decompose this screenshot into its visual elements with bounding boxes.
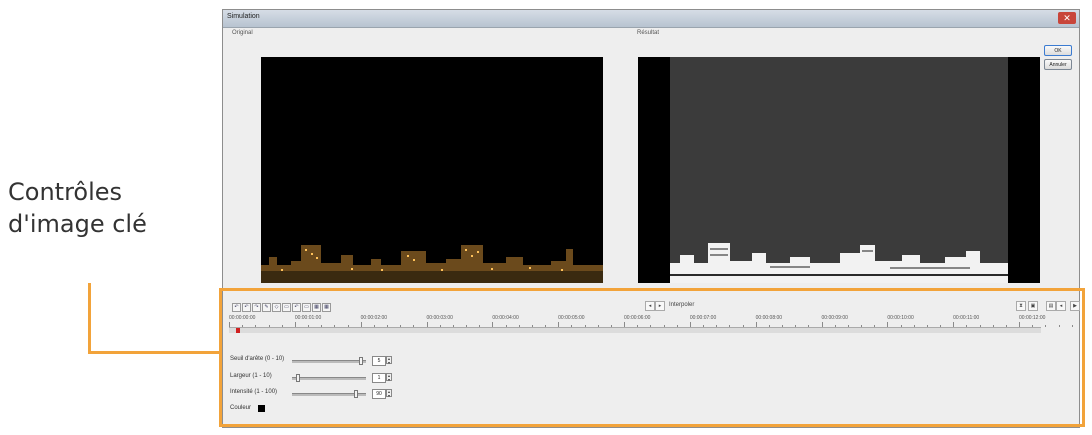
intensity-slider-thumb[interactable] — [354, 390, 358, 398]
city-skyline-image — [261, 245, 603, 283]
timeline-nav-icon[interactable]: ⧗ — [1016, 301, 1026, 311]
timeline-tick-label: 00:00:00:00 — [229, 315, 256, 321]
cancel-button[interactable]: Annuler — [1044, 59, 1072, 70]
callout-connector-vertical — [88, 283, 91, 354]
color-swatch[interactable] — [258, 405, 265, 412]
intensity-slider[interactable] — [292, 390, 366, 398]
timeline-nav-icon[interactable]: ▤ — [1046, 301, 1056, 311]
keyframe-tool-icon[interactable]: ✎ — [262, 303, 271, 312]
edge-threshold-label: Seuil d'arête (0 - 10) — [230, 356, 285, 362]
keyframe-timeline[interactable]: 00:00:00:00 00:00:01:00 00:00:02:00 00:00:0… — [229, 315, 1073, 333]
timeline-tick-label: 00:00:04:00 — [492, 315, 519, 321]
intensity-spinner[interactable]: ▴ ▾ — [386, 389, 392, 398]
timeline-tick-label: 00:00:05:00 — [558, 315, 585, 321]
callout-connector-horizontal — [88, 351, 221, 354]
result-preview-image — [638, 57, 1040, 283]
edge-threshold-slider-thumb[interactable] — [359, 357, 363, 365]
width-label: Largeur (1 - 10) — [230, 373, 272, 379]
timeline-tick-label: 00:00:08:00 — [755, 315, 783, 321]
intensity-value[interactable]: 90 — [372, 389, 386, 399]
timeline-nav-icon[interactable]: ◂ — [645, 301, 655, 311]
width-slider[interactable] — [292, 374, 366, 382]
result-pane-label: Résultat — [637, 30, 660, 36]
interpolation-mode-label[interactable]: Interpoler — [669, 302, 694, 308]
edge-threshold-value[interactable]: 5 — [372, 356, 386, 366]
color-label: Couleur — [230, 405, 252, 411]
width-value[interactable]: 1 — [372, 373, 386, 383]
timeline-tick-label: 00:00:07:00 — [689, 315, 717, 321]
edge-threshold-slider[interactable] — [292, 357, 366, 365]
playhead-marker[interactable] — [236, 328, 240, 333]
original-pane-label: Original — [232, 30, 253, 36]
edge-skyline-image — [670, 243, 1008, 283]
timeline-tick-label: 00:00:11:00 — [953, 315, 980, 321]
window-titlebar: Simulation ✕ — [223, 10, 1079, 28]
keyframe-tool-icon[interactable]: ◇ — [272, 303, 281, 312]
keyframe-tool-icon[interactable]: ▭ — [282, 303, 291, 312]
keyframe-tool-icon[interactable]: ▦ — [322, 303, 331, 312]
timeline-tick-label: 00:00:01:00 — [294, 315, 322, 321]
keyframe-tool-icon[interactable]: ▭ — [302, 303, 311, 312]
timeline-tick-label: 00:00:02:00 — [360, 315, 388, 321]
keyframe-tool-icon[interactable]: ↶ — [292, 303, 301, 312]
timeline-tick-label: 00:00:12:00 — [1019, 315, 1046, 321]
timeline-nav-icon[interactable]: ▸ — [655, 301, 665, 311]
callout-line-1: Contrôles — [8, 178, 123, 206]
width-spinner[interactable]: ▴ ▾ — [386, 373, 392, 382]
callout-line-2: d'image clé — [8, 210, 147, 238]
timeline-tick-label: 00:00:10:00 — [887, 315, 914, 321]
keyframe-tool-icon[interactable]: ▦ — [312, 303, 321, 312]
timeline-tick-label: 00:00:03:00 — [426, 315, 453, 321]
window-title: Simulation — [227, 13, 260, 20]
callout-text: Contrôles d'image clé — [8, 176, 147, 240]
timeline-tick-label: 00:00:06:00 — [624, 315, 651, 321]
timeline-tick — [1058, 325, 1060, 327]
timeline-tick — [1071, 325, 1073, 327]
timeline-tick-label: 00:00:09:00 — [821, 315, 848, 321]
keyframe-tool-icon[interactable]: ↶ — [232, 303, 241, 312]
timeline-tick — [1045, 325, 1047, 327]
close-icon[interactable]: ✕ — [1058, 12, 1076, 24]
timeline-nav-icon[interactable]: ▣ — [1028, 301, 1038, 311]
original-preview-image — [261, 57, 603, 283]
keyframe-tool-icon[interactable]: ↶ — [242, 303, 251, 312]
edge-threshold-spinner[interactable]: ▴ ▾ — [386, 356, 392, 365]
keyframe-tool-icon[interactable]: ↷ — [252, 303, 261, 312]
width-slider-thumb[interactable] — [296, 374, 300, 382]
intensity-label: Intensité (1 - 100) — [230, 389, 278, 395]
result-gray-area — [670, 57, 1008, 283]
timeline-nav-icon[interactable]: ▶ — [1070, 301, 1080, 311]
timeline-track[interactable] — [229, 327, 1041, 333]
ok-button[interactable]: OK — [1044, 45, 1072, 56]
timeline-nav-icon[interactable]: ◂ — [1056, 301, 1066, 311]
